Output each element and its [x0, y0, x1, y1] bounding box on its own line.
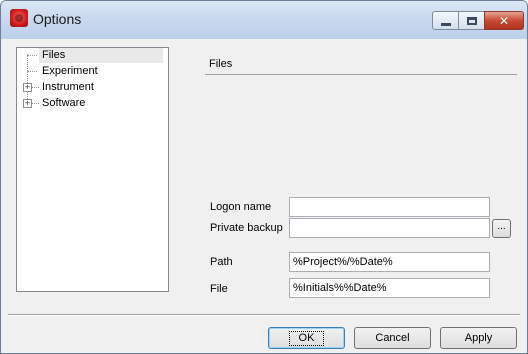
cancel-button[interactable]: Cancel [354, 327, 431, 349]
tree-connector [27, 55, 37, 56]
file-label: File [210, 283, 228, 295]
maximize-button[interactable] [458, 11, 485, 30]
ok-button-label: OK [288, 331, 325, 346]
section-divider [205, 74, 517, 75]
path-label: Path [210, 256, 233, 268]
private-backup-label: Private backup [210, 222, 283, 234]
tree-item-experiment[interactable]: Experiment [39, 64, 98, 79]
ok-button[interactable]: OK [268, 327, 345, 349]
section-title: Files [209, 58, 233, 70]
tree-item-software[interactable]: Software [39, 96, 85, 111]
tree-item-files[interactable]: Files [39, 48, 163, 63]
app-logo-icon [10, 9, 28, 27]
apply-button[interactable]: Apply [440, 327, 517, 349]
close-icon: ✕ [498, 13, 510, 28]
tree-connector [27, 71, 37, 72]
button-area-divider [8, 314, 520, 316]
browse-button[interactable]: ... [492, 219, 511, 238]
logon-name-label: Logon name [210, 201, 272, 213]
title-bar[interactable]: Options ✕ [1, 1, 527, 39]
minimize-button[interactable] [432, 11, 459, 30]
tree-item-label: Experiment [42, 65, 98, 77]
tree-item-label: Instrument [42, 81, 94, 93]
minimize-icon [440, 22, 451, 26]
path-input[interactable] [289, 252, 490, 272]
file-input[interactable] [289, 278, 490, 298]
private-backup-input[interactable] [289, 218, 490, 238]
tree-connector [32, 103, 39, 104]
expand-plus-icon[interactable]: + [23, 83, 32, 92]
expand-plus-icon[interactable]: + [23, 99, 32, 108]
options-tree[interactable]: Files Experiment + Instrument + Software [16, 47, 169, 292]
tree-connector [32, 87, 39, 88]
logon-name-input[interactable] [289, 197, 490, 217]
maximize-icon [466, 16, 477, 25]
tree-item-label: Files [39, 48, 163, 63]
window-title: Options [33, 11, 82, 27]
options-dialog: Options ✕ Files Experiment + Instrument … [0, 0, 528, 354]
close-button[interactable]: ✕ [484, 11, 524, 30]
tree-item-label: Software [42, 97, 86, 109]
tree-item-instrument[interactable]: Instrument [39, 80, 94, 95]
